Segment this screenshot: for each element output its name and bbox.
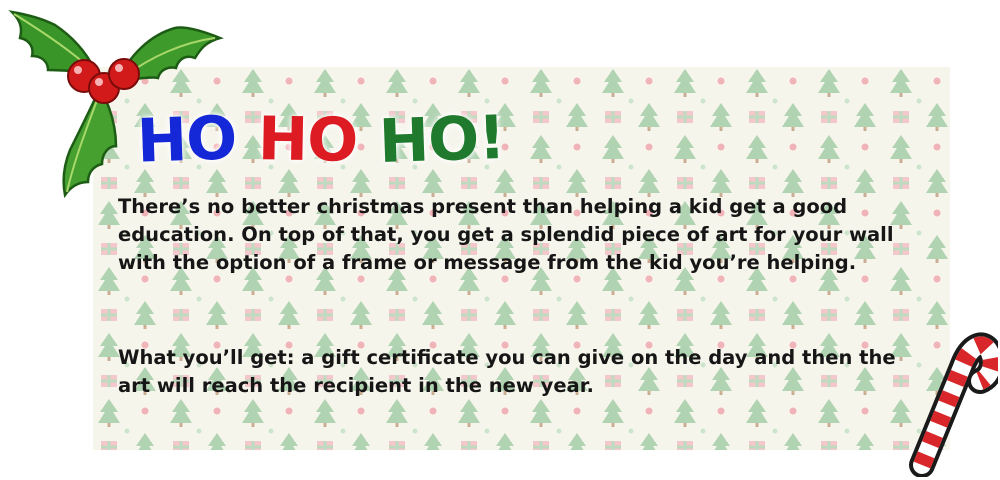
headline-word-2: HO: [257, 104, 359, 176]
what-you-get-paragraph: What you’ll get: a gift certificate you …: [118, 346, 896, 397]
candy-cane-icon: [909, 332, 998, 477]
holly-icon: [8, 10, 224, 199]
intro-paragraph: There’s no better christmas present than…: [118, 195, 894, 274]
headline-word-3: HO!: [378, 102, 507, 178]
